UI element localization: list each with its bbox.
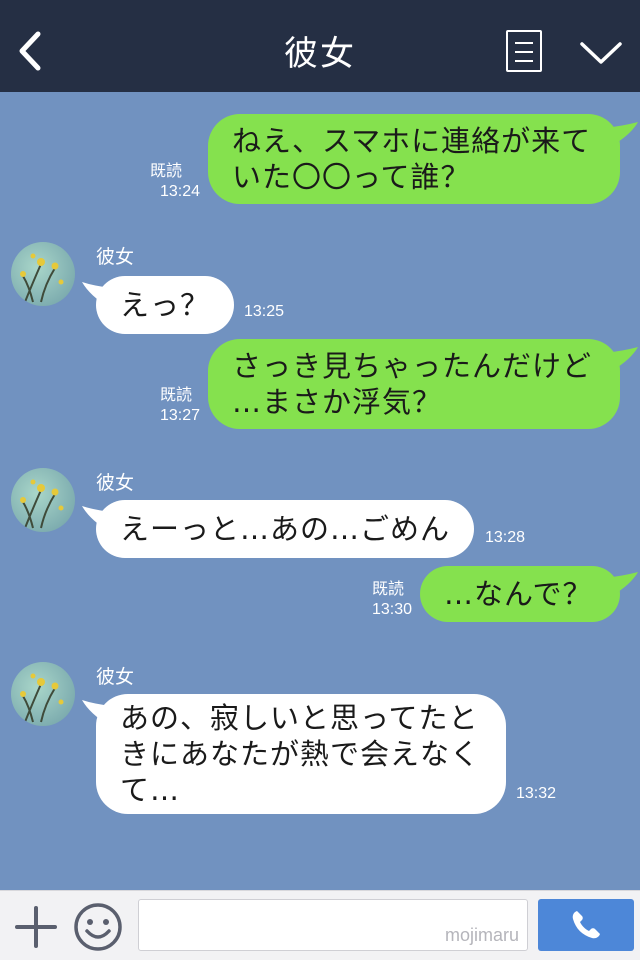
sender-name: 彼女 (96, 246, 135, 268)
message-time: 13:30 (372, 601, 413, 618)
message-list[interactable]: ねえ、スマホに連絡が来て いた〇〇って誰？ 既読 13:24 彼女 えっ？ 13… (0, 92, 640, 890)
message-line: いた〇〇って誰？ (232, 160, 471, 194)
sender-name: 彼女 (96, 472, 135, 494)
message-line: あの、寂しいと思ってたと (120, 701, 479, 735)
flower-photo-icon (20, 253, 64, 303)
phone-icon (572, 911, 600, 939)
flower-photo-icon (20, 673, 64, 723)
message-time: 13:28 (485, 529, 526, 546)
message-bubble-received[interactable]: あの、寂しいと思ってたと きにあなたが熱で会えなく て… (96, 694, 506, 814)
avatar[interactable] (11, 242, 75, 306)
avatar[interactable] (11, 468, 75, 532)
menu-icon[interactable] (506, 30, 542, 72)
message-bubble-sent[interactable]: …なんで？ (420, 566, 620, 622)
call-button[interactable] (538, 899, 634, 951)
message-time: 13:24 (160, 183, 201, 200)
input-bar: mojimaru (0, 890, 640, 960)
message-time: 13:32 (516, 785, 557, 802)
message-bubble-received[interactable]: えっ？ (96, 276, 234, 334)
bubble-tail (604, 122, 638, 148)
message-line: えっ？ (120, 288, 211, 322)
smile-icon[interactable] (72, 901, 124, 953)
message-bubble-sent[interactable]: さっき見ちゃったんだけど …まさか浮気？ (208, 339, 620, 429)
avatar[interactable] (11, 662, 75, 726)
bubble-tail (604, 347, 638, 373)
sender-name: 彼女 (96, 666, 135, 688)
message-time: 13:27 (160, 407, 201, 424)
message-line: て… (120, 773, 181, 807)
message-time: 13:25 (244, 303, 285, 320)
flower-photo-icon (20, 479, 64, 529)
chat-header: 彼女 (0, 0, 640, 92)
message-line: さっき見ちゃったんだけど (232, 349, 593, 383)
chevron-down-icon[interactable] (578, 38, 624, 68)
message-line: きにあなたが熱で会えなく (120, 737, 481, 771)
read-receipt: 既読 (160, 387, 193, 404)
plus-icon[interactable] (14, 905, 58, 949)
bubble-tail (604, 572, 638, 598)
message-line: えーっと…あの…ごめん (120, 512, 451, 546)
message-input[interactable]: mojimaru (138, 899, 528, 951)
read-receipt: 既読 (150, 163, 183, 180)
message-bubble-sent[interactable]: ねえ、スマホに連絡が来て いた〇〇って誰？ (208, 114, 620, 204)
watermark: mojimaru (444, 925, 519, 945)
message-line: …なんで？ (444, 577, 593, 611)
read-receipt: 既読 (372, 581, 405, 598)
message-bubble-received[interactable]: えーっと…あの…ごめん (96, 500, 474, 558)
message-line: ねえ、スマホに連絡が来て (232, 124, 592, 158)
message-line: …まさか浮気？ (232, 385, 443, 419)
chat-title: 彼女 (284, 34, 356, 74)
